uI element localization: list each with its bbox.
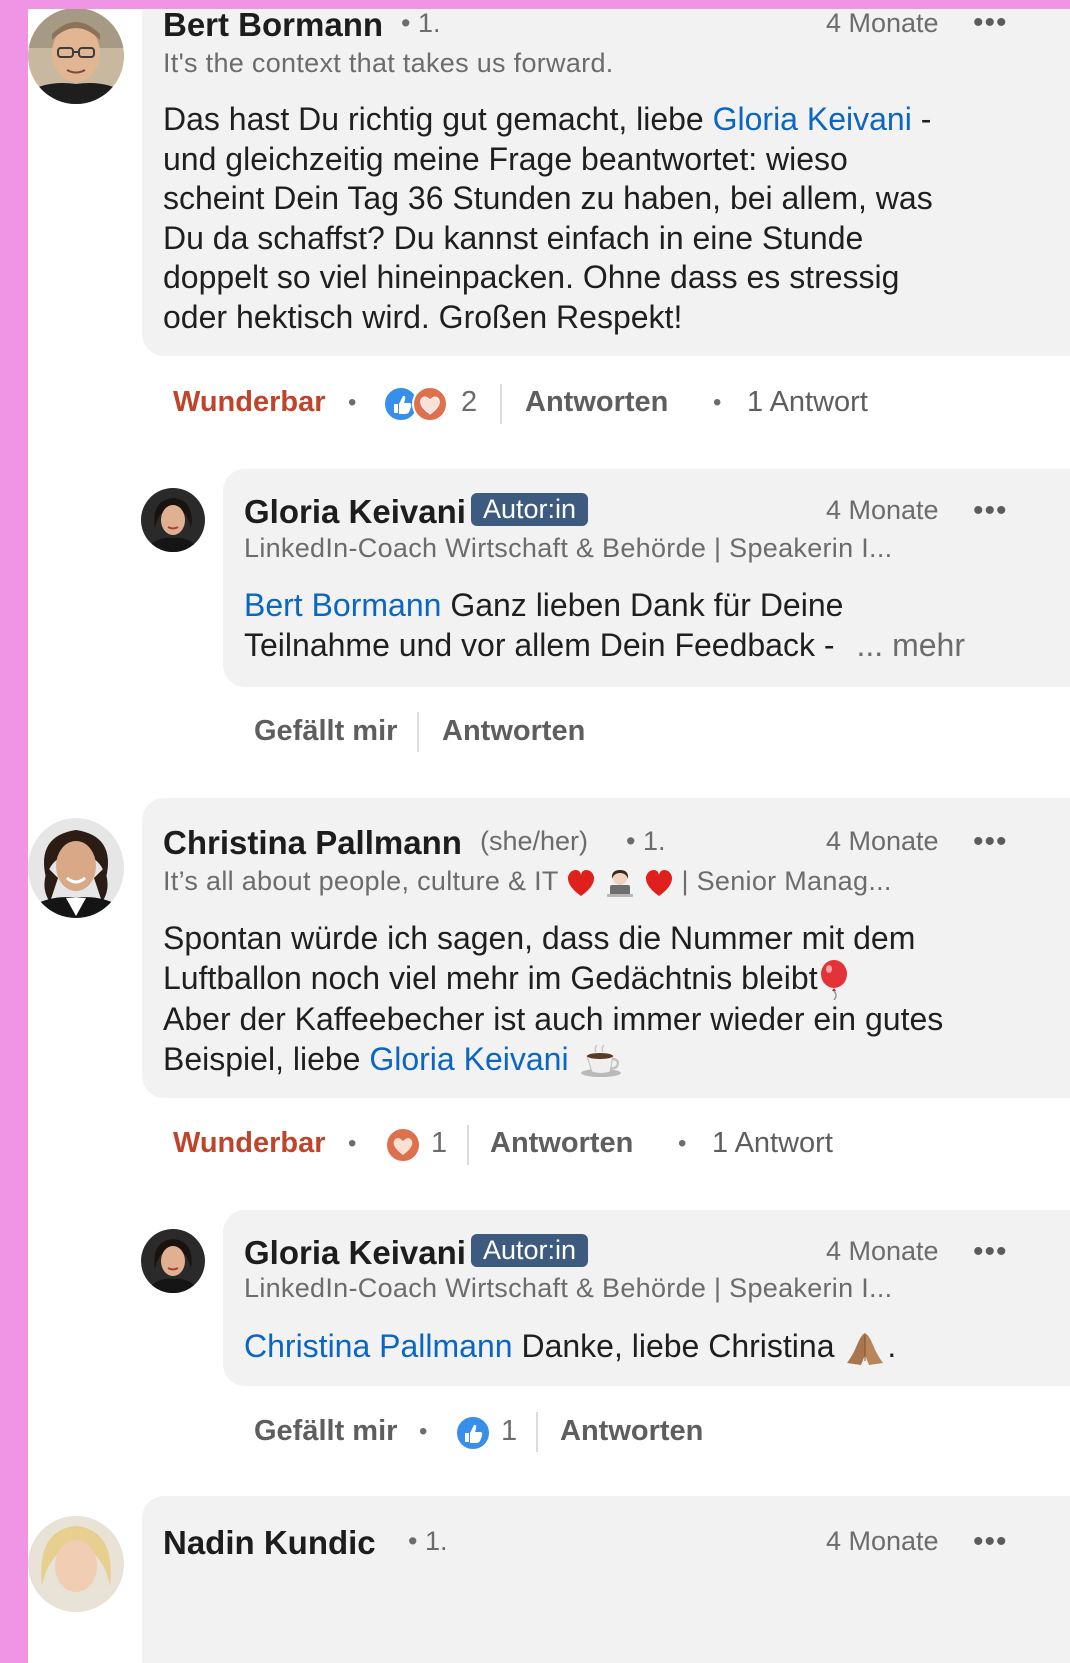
comment-time: 4 Monate bbox=[826, 8, 939, 38]
author-badge: Autor:in bbox=[471, 1234, 589, 1267]
more-options-icon[interactable]: ••• bbox=[973, 6, 1008, 40]
author-headline: LinkedIn-Coach Wirtschaft & Behörde | Sp… bbox=[244, 1273, 893, 1303]
divider bbox=[500, 384, 502, 424]
avatar[interactable] bbox=[28, 8, 124, 104]
reaction-count[interactable]: 2 bbox=[461, 386, 477, 419]
comment-text: Spontan würde ich sagen, dass die Nummer… bbox=[163, 920, 944, 1078]
mention-link[interactable]: Gloria Keivani bbox=[713, 101, 912, 137]
love-reaction-icon[interactable] bbox=[383, 1125, 423, 1165]
mention-link[interactable]: Gloria Keivani bbox=[369, 1041, 568, 1077]
mention-link[interactable]: Christina Pallmann bbox=[244, 1328, 513, 1364]
more-options-icon[interactable]: ••• bbox=[973, 1235, 1008, 1269]
coffee-emoji-icon bbox=[580, 1044, 621, 1078]
reaction-count[interactable]: 1 bbox=[501, 1415, 517, 1448]
reply-time: 4 Monate bbox=[826, 1236, 939, 1266]
comment-time: 4 Monate bbox=[826, 1526, 939, 1556]
more-options-icon[interactable]: ••• bbox=[973, 1525, 1008, 1559]
reply-author[interactable]: Gloria Keivani bbox=[244, 493, 466, 531]
folded-hands-emoji-icon bbox=[847, 1332, 884, 1365]
replies-count[interactable]: 1 Antwort bbox=[747, 386, 868, 419]
reply-button[interactable]: Antworten bbox=[560, 1415, 703, 1448]
comment-bubble bbox=[142, 1496, 1070, 1663]
mention-link[interactable]: Bert Bormann bbox=[244, 587, 441, 623]
replies-count[interactable]: 1 Antwort bbox=[712, 1127, 833, 1160]
like-button[interactable]: Gefällt mir bbox=[254, 1415, 397, 1448]
divider bbox=[417, 712, 419, 752]
more-options-icon[interactable]: ••• bbox=[973, 494, 1008, 528]
top-frame bbox=[0, 0, 1070, 9]
connection-degree: • 1. bbox=[401, 8, 441, 38]
more-options-icon[interactable]: ••• bbox=[973, 825, 1008, 859]
author-headline: LinkedIn-Coach Wirtschaft & Behörde | Sp… bbox=[244, 533, 893, 563]
author-badge: Autor:in bbox=[471, 493, 589, 526]
divider bbox=[536, 1412, 538, 1452]
author-pronouns: (she/her) bbox=[480, 826, 589, 856]
separator-dot: • bbox=[713, 389, 722, 416]
comment-author[interactable]: Nadin Kundic bbox=[163, 1524, 376, 1562]
reply-button[interactable]: Antworten bbox=[442, 715, 585, 748]
avatar[interactable] bbox=[141, 1229, 205, 1293]
avatar[interactable] bbox=[28, 1516, 124, 1612]
separator-dot: • bbox=[678, 1130, 687, 1157]
reply-text: Bert Bormann Ganz lieben Dank für Deine … bbox=[244, 587, 965, 663]
heart-emoji-icon bbox=[567, 869, 595, 896]
heart-emoji-icon bbox=[645, 869, 672, 896]
reply-author[interactable]: Gloria Keivani bbox=[244, 1234, 466, 1272]
separator-dot: • bbox=[419, 1418, 428, 1445]
divider bbox=[467, 1125, 469, 1165]
author-headline: It’s all about people, culture & IT | Se… bbox=[163, 866, 892, 897]
avatar[interactable] bbox=[141, 488, 205, 552]
like-reaction-icon[interactable] bbox=[453, 1413, 493, 1453]
author-headline: It's the context that takes us forward. bbox=[163, 48, 614, 78]
reply-button[interactable]: Antworten bbox=[490, 1127, 633, 1160]
technologist-emoji-icon bbox=[606, 869, 633, 897]
reply-time: 4 Monate bbox=[826, 495, 939, 525]
reaction-button[interactable]: Wunderbar bbox=[173, 1127, 326, 1160]
balloon-emoji-icon bbox=[820, 960, 847, 1001]
separator-dot: • bbox=[348, 1130, 357, 1157]
comment-author[interactable]: Christina Pallmann bbox=[163, 824, 462, 862]
comment-author[interactable]: Bert Bormann bbox=[163, 6, 383, 44]
reply-button[interactable]: Antworten bbox=[525, 386, 668, 419]
reply-text: Christina Pallmann Danke, liebe Christin… bbox=[244, 1327, 896, 1367]
avatar[interactable] bbox=[28, 818, 124, 918]
reaction-button[interactable]: Wunderbar bbox=[173, 386, 326, 419]
connection-degree: • 1. bbox=[626, 826, 666, 856]
see-more-link[interactable]: ... mehr bbox=[857, 627, 965, 663]
comment-text: Das hast Du richtig gut gemacht, liebe G… bbox=[163, 101, 933, 335]
like-button[interactable]: Gefällt mir bbox=[254, 715, 397, 748]
comments-feed: Bert Bormann • 1. 4 Monate ••• It's the … bbox=[28, 0, 1070, 1663]
separator-dot: • bbox=[348, 389, 357, 416]
reaction-icons[interactable] bbox=[383, 384, 453, 424]
reaction-count[interactable]: 1 bbox=[431, 1127, 447, 1160]
comment-time: 4 Monate bbox=[826, 826, 939, 856]
connection-degree: • 1. bbox=[408, 1526, 448, 1556]
